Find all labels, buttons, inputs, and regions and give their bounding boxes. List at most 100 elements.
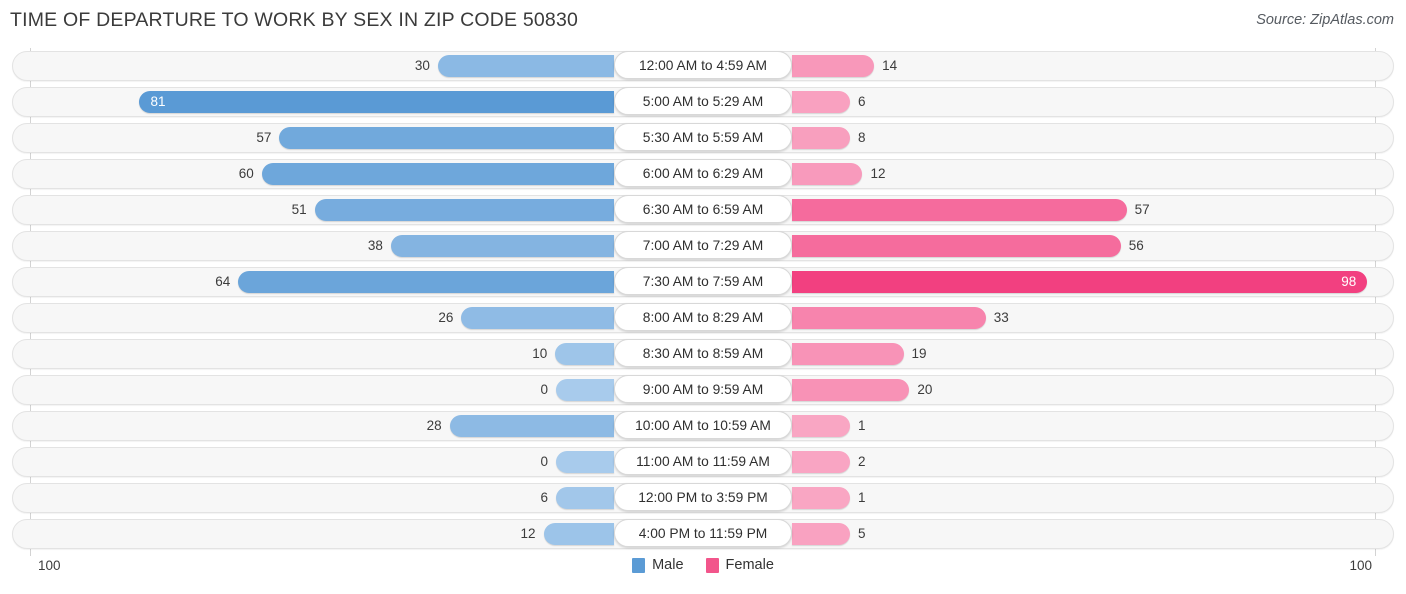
chart-row: 81 6 5:00 AM to 5:29 AM bbox=[0, 84, 1406, 120]
category-label: 6:30 AM to 6:59 AM bbox=[642, 201, 764, 217]
bar-female[interactable] bbox=[792, 415, 850, 437]
category-pill[interactable]: 7:00 AM to 7:29 AM bbox=[614, 231, 792, 259]
bar-female[interactable] bbox=[792, 199, 1127, 221]
value-label-male: 64 bbox=[215, 274, 231, 289]
category-pill[interactable]: 12:00 PM to 3:59 PM bbox=[614, 483, 792, 511]
bar-female[interactable] bbox=[792, 307, 986, 329]
category-pill[interactable]: 10:00 AM to 10:59 AM bbox=[614, 411, 792, 439]
bar-male[interactable] bbox=[556, 487, 614, 509]
bar-male[interactable] bbox=[449, 415, 614, 437]
bar-male[interactable] bbox=[314, 199, 614, 221]
plot-area: 30 14 12:00 AM to 4:59 AM 81 6 5:00 AM to 5:2… bbox=[0, 48, 1406, 556]
bar-male[interactable] bbox=[437, 55, 614, 77]
bar-female[interactable] bbox=[792, 487, 850, 509]
legend-label-male: Male bbox=[652, 557, 684, 573]
chart-row: 38 56 7:00 AM to 7:29 AM bbox=[0, 228, 1406, 264]
category-label: 5:30 AM to 5:59 AM bbox=[642, 129, 764, 145]
value-label-male: 6 bbox=[540, 490, 548, 505]
legend-item-male[interactable]: Male bbox=[632, 557, 684, 573]
chart-row: 6 1 12:00 PM to 3:59 PM bbox=[0, 480, 1406, 516]
category-label: 7:00 AM to 7:29 AM bbox=[642, 237, 764, 253]
bar-male[interactable] bbox=[261, 163, 614, 185]
bar-female[interactable] bbox=[792, 451, 850, 473]
chart-row: 60 12 6:00 AM to 6:29 AM bbox=[0, 156, 1406, 192]
bar-female[interactable] bbox=[792, 271, 1368, 293]
chart-row: 57 8 5:30 AM to 5:59 AM bbox=[0, 120, 1406, 156]
value-label-female: 8 bbox=[858, 130, 866, 145]
value-label-male: 10 bbox=[532, 346, 548, 361]
chart-row: 51 57 6:30 AM to 6:59 AM bbox=[0, 192, 1406, 228]
bar-male[interactable] bbox=[556, 379, 614, 401]
bar-female[interactable] bbox=[792, 523, 850, 545]
category-label: 4:00 PM to 11:59 PM bbox=[638, 525, 768, 541]
bar-male[interactable] bbox=[238, 271, 614, 293]
bar-male[interactable] bbox=[461, 307, 614, 329]
category-pill[interactable]: 12:00 AM to 4:59 AM bbox=[614, 51, 792, 79]
bar-male[interactable] bbox=[279, 127, 614, 149]
category-pill[interactable]: 8:30 AM to 8:59 AM bbox=[614, 339, 792, 367]
category-pill[interactable]: 6:00 AM to 6:29 AM bbox=[614, 159, 792, 187]
bar-female[interactable] bbox=[792, 235, 1121, 257]
category-pill[interactable]: 6:30 AM to 6:59 AM bbox=[614, 195, 792, 223]
category-label: 9:00 AM to 9:59 AM bbox=[642, 381, 764, 397]
value-label-female: 6 bbox=[858, 94, 866, 109]
bar-male[interactable] bbox=[390, 235, 614, 257]
bar-male[interactable] bbox=[543, 523, 614, 545]
value-label-female: 19 bbox=[911, 346, 927, 361]
bar-male[interactable] bbox=[556, 451, 614, 473]
value-label-female: 56 bbox=[1128, 238, 1144, 253]
chart-header: TIME OF DEPARTURE TO WORK BY SEX IN ZIP … bbox=[0, 0, 1406, 44]
value-label-female: 2 bbox=[858, 454, 866, 469]
legend-swatch-female-icon bbox=[705, 557, 719, 573]
value-label-female: 14 bbox=[882, 58, 898, 73]
value-label-female: 1 bbox=[858, 490, 866, 505]
category-pill[interactable]: 5:00 AM to 5:29 AM bbox=[614, 87, 792, 115]
bar-female[interactable] bbox=[792, 163, 863, 185]
value-label-female: 33 bbox=[993, 310, 1009, 325]
legend-item-female[interactable]: Female bbox=[705, 557, 774, 573]
category-label: 7:30 AM to 7:59 AM bbox=[642, 273, 764, 289]
bar-female[interactable] bbox=[792, 91, 850, 113]
legend-label-female: Female bbox=[725, 557, 774, 573]
bar-female[interactable] bbox=[792, 379, 910, 401]
value-label-male: 0 bbox=[540, 382, 548, 397]
value-label-male: 26 bbox=[438, 310, 454, 325]
bar-male[interactable] bbox=[555, 343, 614, 365]
value-label-male: 81 bbox=[150, 94, 166, 109]
category-pill[interactable]: 4:00 PM to 11:59 PM bbox=[614, 519, 792, 547]
category-pill[interactable]: 11:00 AM to 11:59 AM bbox=[614, 447, 792, 475]
value-label-male: 0 bbox=[540, 454, 548, 469]
bar-female[interactable] bbox=[792, 127, 850, 149]
bar-rows: 30 14 12:00 AM to 4:59 AM 81 6 5:00 AM to 5:2… bbox=[0, 48, 1406, 552]
category-label: 12:00 AM to 4:59 AM bbox=[638, 57, 768, 73]
category-label: 10:00 AM to 10:59 AM bbox=[635, 417, 771, 433]
value-label-male: 12 bbox=[520, 526, 536, 541]
bar-male[interactable] bbox=[138, 91, 614, 113]
bar-female[interactable] bbox=[792, 343, 904, 365]
chart-footer: 100 100 Male Female bbox=[0, 552, 1406, 594]
value-label-female: 5 bbox=[858, 526, 866, 541]
value-label-male: 28 bbox=[426, 418, 442, 433]
legend-swatch-male-icon bbox=[632, 557, 646, 573]
legend: Male Female bbox=[0, 557, 1406, 573]
category-pill[interactable]: 9:00 AM to 9:59 AM bbox=[614, 375, 792, 403]
category-pill[interactable]: 8:00 AM to 8:29 AM bbox=[614, 303, 792, 331]
category-label: 6:00 AM to 6:29 AM bbox=[642, 165, 764, 181]
value-label-female: 1 bbox=[858, 418, 866, 433]
category-label: 5:00 AM to 5:29 AM bbox=[642, 93, 764, 109]
value-label-female: 12 bbox=[870, 166, 886, 181]
source-attribution: Source: ZipAtlas.com bbox=[1256, 12, 1394, 28]
chart-row: 30 14 12:00 AM to 4:59 AM bbox=[0, 48, 1406, 84]
value-label-female: 57 bbox=[1134, 202, 1150, 217]
value-label-female: 98 bbox=[1341, 274, 1357, 289]
category-pill[interactable]: 7:30 AM to 7:59 AM bbox=[614, 267, 792, 295]
category-label: 8:30 AM to 8:59 AM bbox=[642, 345, 764, 361]
value-label-female: 20 bbox=[917, 382, 933, 397]
chart-row: 12 5 4:00 PM to 11:59 PM bbox=[0, 516, 1406, 552]
category-pill[interactable]: 5:30 AM to 5:59 AM bbox=[614, 123, 792, 151]
value-label-male: 51 bbox=[291, 202, 307, 217]
bar-female[interactable] bbox=[792, 55, 875, 77]
value-label-male: 60 bbox=[238, 166, 254, 181]
category-label: 11:00 AM to 11:59 AM bbox=[636, 453, 770, 469]
value-label-male: 38 bbox=[367, 238, 383, 253]
